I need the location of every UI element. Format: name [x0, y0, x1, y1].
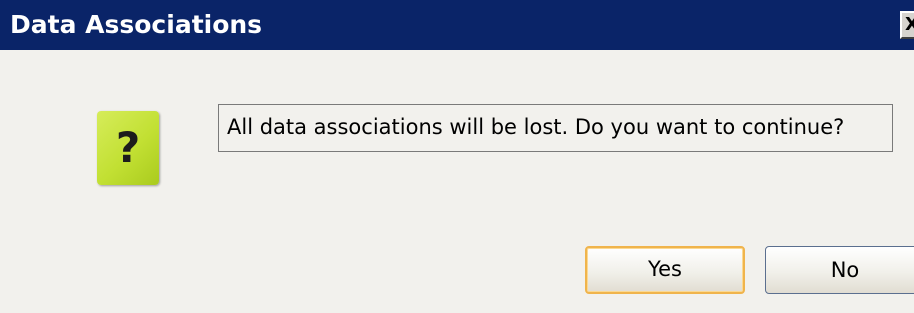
confirm-dialog: Data Associations X ? All data associati…: [0, 0, 914, 313]
question-mark-glyph: ?: [115, 123, 141, 172]
no-button[interactable]: No: [765, 246, 914, 294]
yes-button[interactable]: Yes: [585, 246, 745, 294]
title-bar[interactable]: Data Associations X: [0, 0, 914, 50]
question-icon: ?: [97, 111, 159, 185]
close-button[interactable]: X: [900, 11, 914, 39]
message-text: All data associations will be lost. Do y…: [218, 104, 893, 152]
dialog-title: Data Associations: [10, 10, 263, 39]
